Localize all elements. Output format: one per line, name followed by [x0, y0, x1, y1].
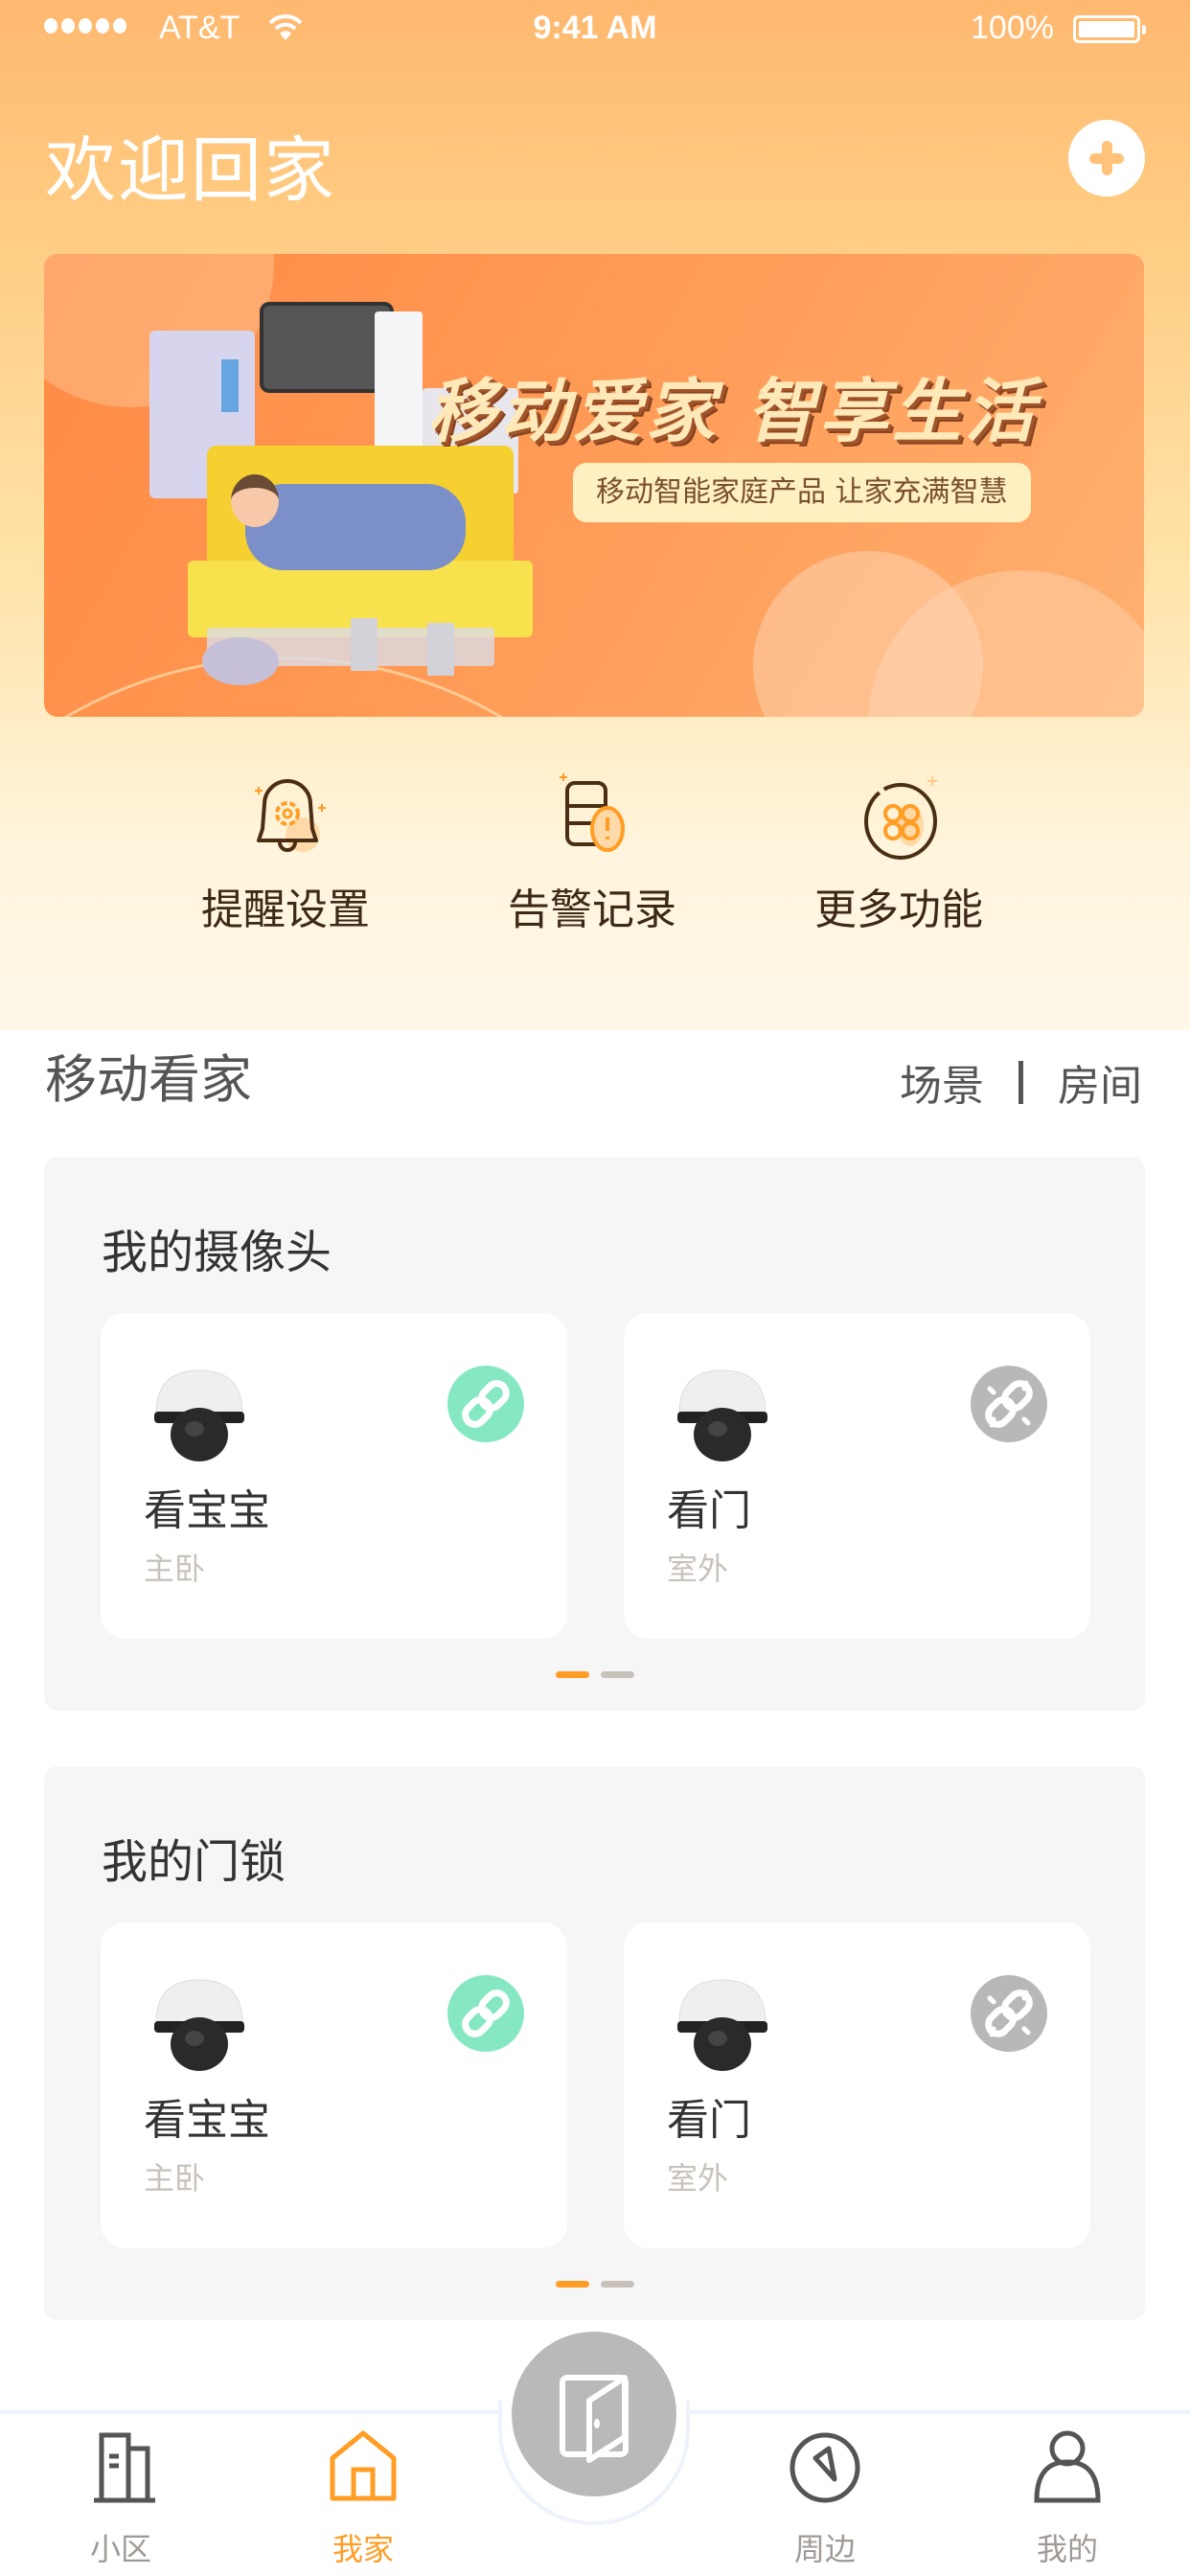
- banner-headline: 移动爱家 智享生活: [427, 371, 1039, 451]
- quick-action-label: 更多功能: [814, 886, 983, 934]
- device-name: 看门: [667, 2096, 751, 2145]
- quick-action-label: 告警记录: [508, 886, 676, 934]
- page-dot-active: [555, 2281, 589, 2288]
- home-icon: [325, 2429, 401, 2506]
- device-name: 看宝宝: [144, 1486, 270, 1535]
- door-unlock-button[interactable]: [512, 2332, 676, 2496]
- compass-icon: [787, 2429, 863, 2506]
- page-indicator: [44, 1671, 1145, 1678]
- device-room: 主卧: [144, 2160, 206, 2196]
- group-title: 我的摄像头: [102, 1226, 332, 1279]
- building-icon: [82, 2429, 159, 2506]
- link-broken-icon[interactable]: [971, 1975, 1047, 2052]
- nav-item-home[interactable]: 我家: [286, 2429, 440, 2573]
- appliance-illustration: [375, 311, 423, 465]
- camera-image: [147, 1366, 252, 1466]
- add-device-button[interactable]: [1068, 120, 1145, 196]
- alert-record-icon: [554, 771, 634, 863]
- page-dot: [600, 2281, 634, 2288]
- nav-label: 我的: [1036, 2531, 1098, 2567]
- divider: [1018, 1060, 1023, 1104]
- nav-item-nearby[interactable]: 周边: [748, 2429, 902, 2573]
- group-title: 我的门锁: [102, 1835, 286, 1889]
- robot-vacuum-illustration: [202, 637, 279, 685]
- user-icon: [1029, 2429, 1106, 2506]
- nav-item-profile[interactable]: 我的: [991, 2429, 1144, 2573]
- tab-scene[interactable]: 场景: [900, 1051, 984, 1113]
- tv-illustration: [260, 302, 394, 393]
- camera-image: [670, 1366, 775, 1466]
- page-dot-active: [555, 1671, 589, 1678]
- status-bar: AT&T 9:41 AM 100%: [0, 0, 1190, 58]
- device-room: 室外: [667, 1551, 729, 1587]
- device-name: 看门: [667, 1486, 751, 1535]
- device-room: 室外: [667, 2160, 729, 2196]
- page-dot: [600, 1671, 634, 1678]
- device-name: 看宝宝: [144, 2096, 270, 2145]
- battery-icon: [1073, 15, 1146, 43]
- camera-image: [147, 1975, 252, 2076]
- nav-label: 小区: [89, 2531, 151, 2567]
- more-apps-icon: [860, 771, 941, 863]
- section-title: 移动看家: [45, 1049, 252, 1110]
- nav-label: 周边: [793, 2531, 856, 2567]
- link-broken-icon[interactable]: [971, 1366, 1047, 1442]
- door-icon: [560, 2375, 629, 2463]
- nav-item-community[interactable]: 小区: [44, 2429, 197, 2573]
- link-connected-icon[interactable]: [447, 1975, 524, 2052]
- view-switcher: 场景 房间: [900, 1051, 1142, 1113]
- door-lock-group: 我的门锁 看宝宝 主卧 看门 室外: [44, 1766, 1145, 2320]
- speaker-illustration: [351, 618, 378, 671]
- quick-action-more-features[interactable]: 更多功能: [784, 771, 1014, 934]
- device-card[interactable]: 看宝宝 主卧: [101, 1922, 567, 2248]
- page-title: 欢迎回家: [45, 129, 336, 212]
- nav-label: 我家: [332, 2531, 394, 2567]
- page-indicator: [44, 2281, 1145, 2288]
- camera-image: [670, 1975, 775, 2076]
- person-head-illustration: [231, 474, 279, 527]
- speaker-illustration: [427, 623, 454, 676]
- device-card[interactable]: 看门 室外: [624, 1922, 1090, 2248]
- quick-action-reminder-settings[interactable]: 提醒设置: [171, 771, 400, 934]
- banner-subtitle: 移动智能家庭产品 让家充满智慧: [573, 463, 1031, 522]
- quick-action-label: 提醒设置: [201, 886, 370, 934]
- link-connected-icon[interactable]: [447, 1366, 524, 1442]
- battery-percentage: 100%: [971, 10, 1054, 46]
- promo-banner[interactable]: 移动爱家 智享生活 移动智能家庭产品 让家充满智慧: [44, 254, 1144, 717]
- bell-gear-icon: [247, 771, 328, 863]
- device-room: 主卧: [144, 1551, 206, 1587]
- tab-room[interactable]: 房间: [1058, 1051, 1142, 1113]
- quick-action-alert-records[interactable]: 告警记录: [477, 771, 707, 934]
- device-card[interactable]: 看宝宝 主卧: [101, 1313, 567, 1639]
- device-card[interactable]: 看门 室外: [624, 1313, 1090, 1639]
- camera-group: 我的摄像头 看宝宝 主卧 看门 室外: [44, 1157, 1145, 1711]
